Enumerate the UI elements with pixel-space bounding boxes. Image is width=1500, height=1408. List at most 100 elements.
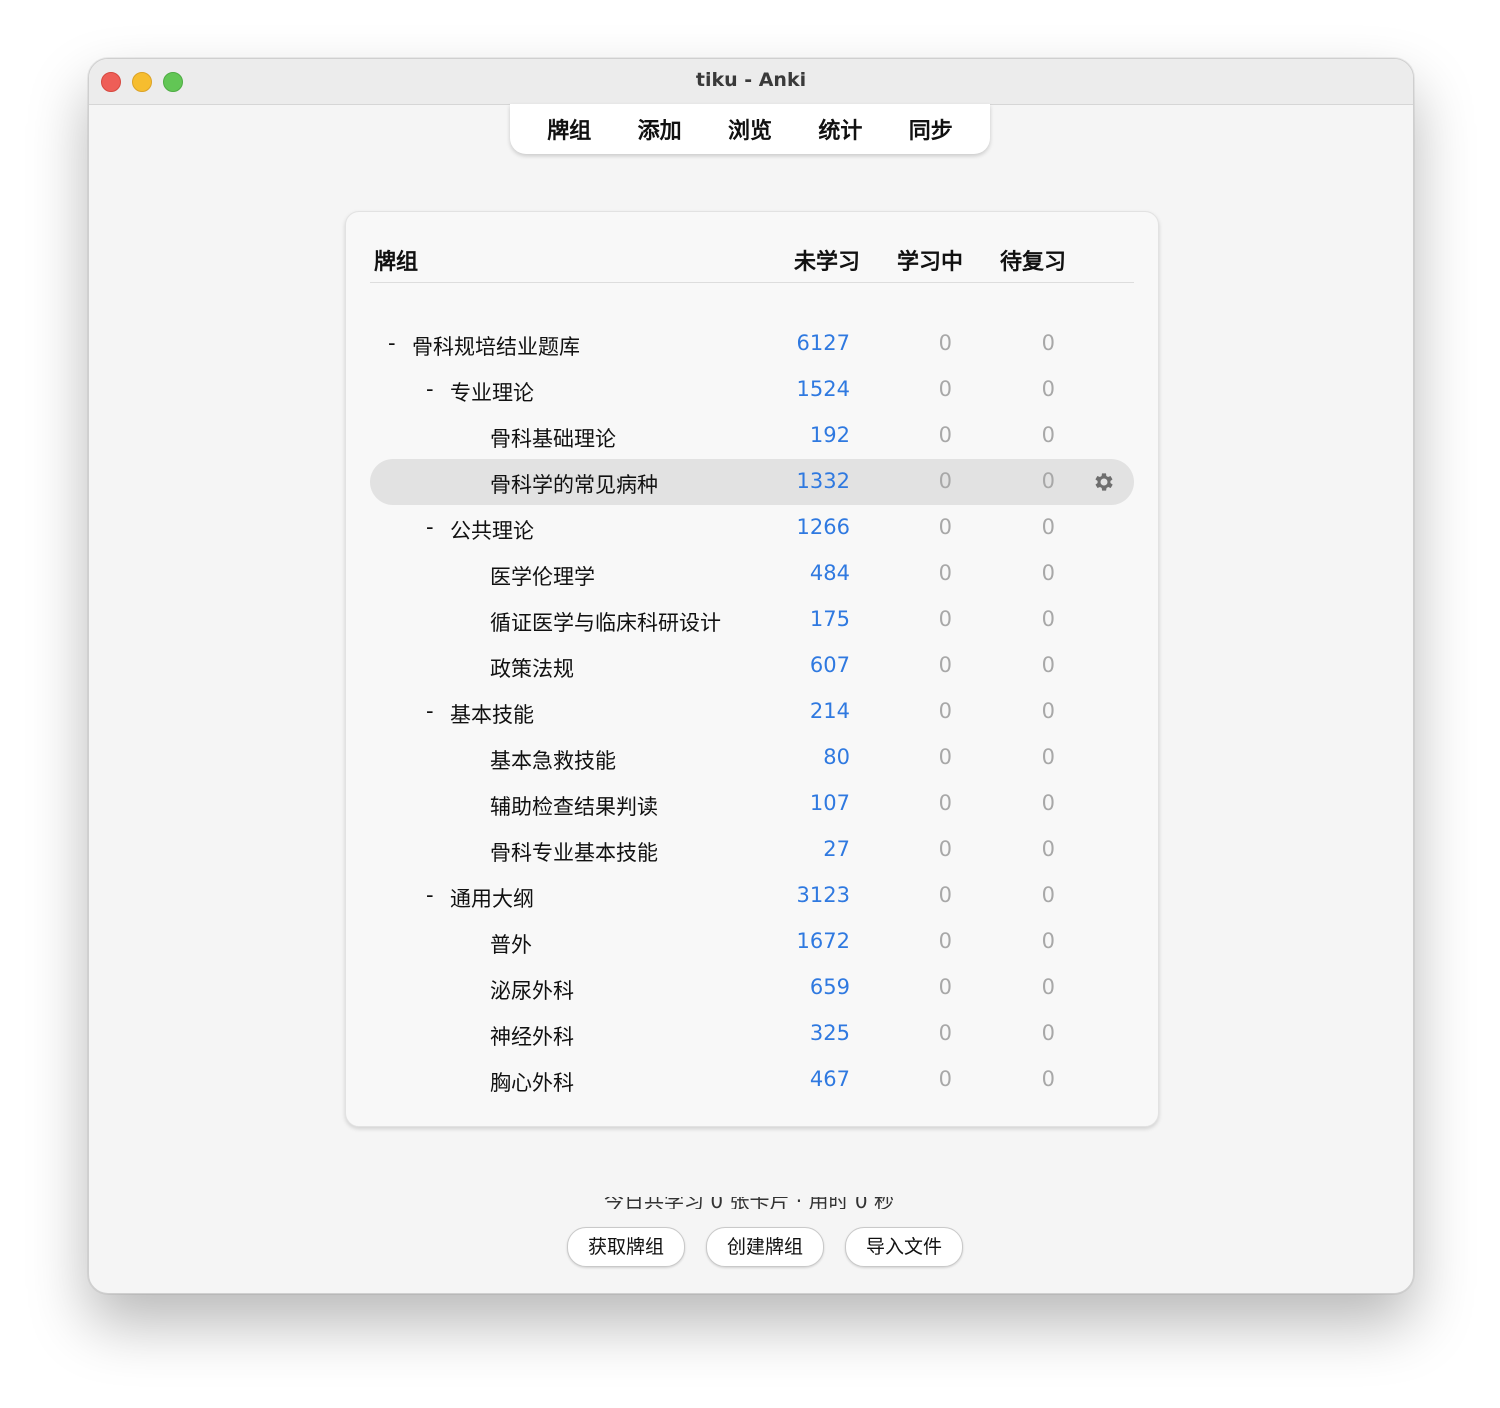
new-count: 659	[809, 975, 850, 999]
deck-name[interactable]: 基本急救技能	[490, 745, 616, 775]
deck-name[interactable]: 医学伦理学	[490, 561, 595, 591]
new-count: 3123	[796, 883, 850, 907]
deck-name[interactable]: 泌尿外科	[490, 975, 574, 1005]
review-count: 0	[1041, 607, 1055, 631]
new-count: 175	[809, 607, 850, 631]
deck-name[interactable]: 专业理论	[450, 377, 534, 407]
learn-count: 0	[938, 883, 952, 907]
header-new: 未学习	[794, 250, 861, 275]
deck-name[interactable]: 骨科专业基本技能	[490, 837, 658, 867]
review-count: 0	[1041, 929, 1055, 953]
learn-count: 0	[938, 929, 952, 953]
deck-row[interactable]: 辅助检查结果判读 107 0 0	[370, 781, 1134, 827]
deck-row[interactable]: - 基本技能 214 0 0	[370, 689, 1134, 735]
deck-row[interactable]: 泌尿外科 659 0 0	[370, 965, 1134, 1011]
new-count: 1266	[796, 515, 850, 539]
deck-row[interactable]: 医学伦理学 484 0 0	[370, 551, 1134, 597]
collapse-toggle[interactable]: -	[426, 699, 434, 723]
learn-count: 0	[938, 469, 952, 493]
learn-count: 0	[938, 331, 952, 355]
deck-name[interactable]: 胸心外科	[490, 1067, 574, 1097]
review-count: 0	[1041, 331, 1055, 355]
learn-count: 0	[938, 1067, 952, 1091]
learn-count: 0	[938, 561, 952, 585]
collapse-toggle[interactable]: -	[426, 377, 434, 401]
get-shared-decks-button[interactable]: 获取牌组	[567, 1227, 685, 1267]
learn-count: 0	[938, 837, 952, 861]
learn-count: 0	[938, 791, 952, 815]
deck-row[interactable]: 普外 1672 0 0	[370, 919, 1134, 965]
review-count: 0	[1041, 837, 1055, 861]
tab-browse[interactable]: 浏览	[728, 113, 772, 145]
learn-count: 0	[938, 653, 952, 677]
learn-count: 0	[938, 515, 952, 539]
deck-row[interactable]: - 公共理论 1266 0 0	[370, 505, 1134, 551]
tab-sync[interactable]: 同步	[909, 113, 953, 145]
deck-name[interactable]: 普外	[490, 929, 532, 959]
deck-row[interactable]: 骨科专业基本技能 27 0 0	[370, 827, 1134, 873]
review-count: 0	[1041, 653, 1055, 677]
header-review: 待复习	[1000, 250, 1067, 275]
learn-count: 0	[938, 377, 952, 401]
review-count: 0	[1041, 1021, 1055, 1045]
review-count: 0	[1041, 1067, 1055, 1091]
review-count: 0	[1041, 791, 1055, 815]
deck-name[interactable]: 骨科规培结业题库	[412, 331, 580, 361]
new-count: 214	[809, 699, 850, 723]
new-count: 607	[809, 653, 850, 677]
gear-icon[interactable]	[1092, 470, 1116, 494]
deck-row[interactable]: 政策法规 607 0 0	[370, 643, 1134, 689]
deck-row[interactable]: - 专业理论 1524 0 0	[370, 367, 1134, 413]
deck-name[interactable]: 辅助检查结果判读	[490, 791, 658, 821]
import-file-button[interactable]: 导入文件	[845, 1227, 963, 1267]
review-count: 0	[1041, 745, 1055, 769]
deck-row[interactable]: 胸心外科 467 0 0	[370, 1057, 1134, 1103]
deck-name[interactable]: 通用大纲	[450, 883, 534, 913]
new-count: 107	[809, 791, 850, 815]
deck-row[interactable]: - 骨科规培结业题库 6127 0 0	[370, 321, 1134, 367]
deck-name[interactable]: 基本技能	[450, 699, 534, 729]
window-title: tiku - Anki	[695, 69, 807, 91]
deck-row[interactable]: 基本急救技能 80 0 0	[370, 735, 1134, 781]
new-count: 325	[809, 1021, 850, 1045]
collapse-toggle[interactable]: -	[426, 883, 434, 907]
review-count: 0	[1041, 561, 1055, 585]
review-count: 0	[1041, 515, 1055, 539]
deck-name[interactable]: 循证医学与临床科研设计	[490, 607, 721, 637]
new-count: 192	[809, 423, 850, 447]
title-bar[interactable]: tiku - Anki	[89, 59, 1413, 105]
deck-row[interactable]: - 通用大纲 3123 0 0	[370, 873, 1134, 919]
bottom-status-text: 今日共学习 0 张卡片 · 用时 0 秒	[604, 1197, 894, 1209]
deck-name[interactable]: 公共理论	[450, 515, 534, 545]
tab-add[interactable]: 添加	[638, 113, 682, 145]
learn-count: 0	[938, 745, 952, 769]
review-count: 0	[1041, 699, 1055, 723]
learn-count: 0	[938, 423, 952, 447]
collapse-toggle[interactable]: -	[388, 331, 396, 355]
learn-count: 0	[938, 1021, 952, 1045]
learn-count: 0	[938, 607, 952, 631]
tab-stats[interactable]: 统计	[818, 113, 862, 145]
deck-table-header: 牌组 未学习 学习中 待复习	[370, 236, 1134, 283]
deck-row[interactable]: 骨科学的常见病种 1332 0 0	[370, 459, 1134, 505]
deck-row[interactable]: 骨科基础理论 192 0 0	[370, 413, 1134, 459]
create-deck-button[interactable]: 创建牌组	[706, 1227, 824, 1267]
deck-name[interactable]: 骨科基础理论	[490, 423, 616, 453]
deck-name[interactable]: 神经外科	[490, 1021, 574, 1051]
deck-row[interactable]: 循证医学与临床科研设计 175 0 0	[370, 597, 1134, 643]
new-count: 80	[823, 745, 850, 769]
main-toolbar: 牌组 添加 浏览 统计 同步	[510, 104, 990, 154]
learn-count: 0	[938, 975, 952, 999]
collapse-toggle[interactable]: -	[426, 515, 434, 539]
deck-row[interactable]: 神经外科 325 0 0	[370, 1011, 1134, 1057]
new-count: 1332	[796, 469, 850, 493]
tab-decks[interactable]: 牌组	[547, 113, 591, 145]
new-count: 27	[823, 837, 850, 861]
deck-list-panel: 牌组 未学习 学习中 待复习 - 骨科规培结业题库 6127 0 0- 专业理论 1524 0…	[345, 211, 1159, 1127]
deck-name[interactable]: 骨科学的常见病种	[490, 469, 658, 499]
header-learn: 学习中	[897, 250, 964, 275]
new-count: 6127	[796, 331, 850, 355]
review-count: 0	[1041, 377, 1055, 401]
deck-name[interactable]: 政策法规	[490, 653, 574, 683]
review-count: 0	[1041, 883, 1055, 907]
